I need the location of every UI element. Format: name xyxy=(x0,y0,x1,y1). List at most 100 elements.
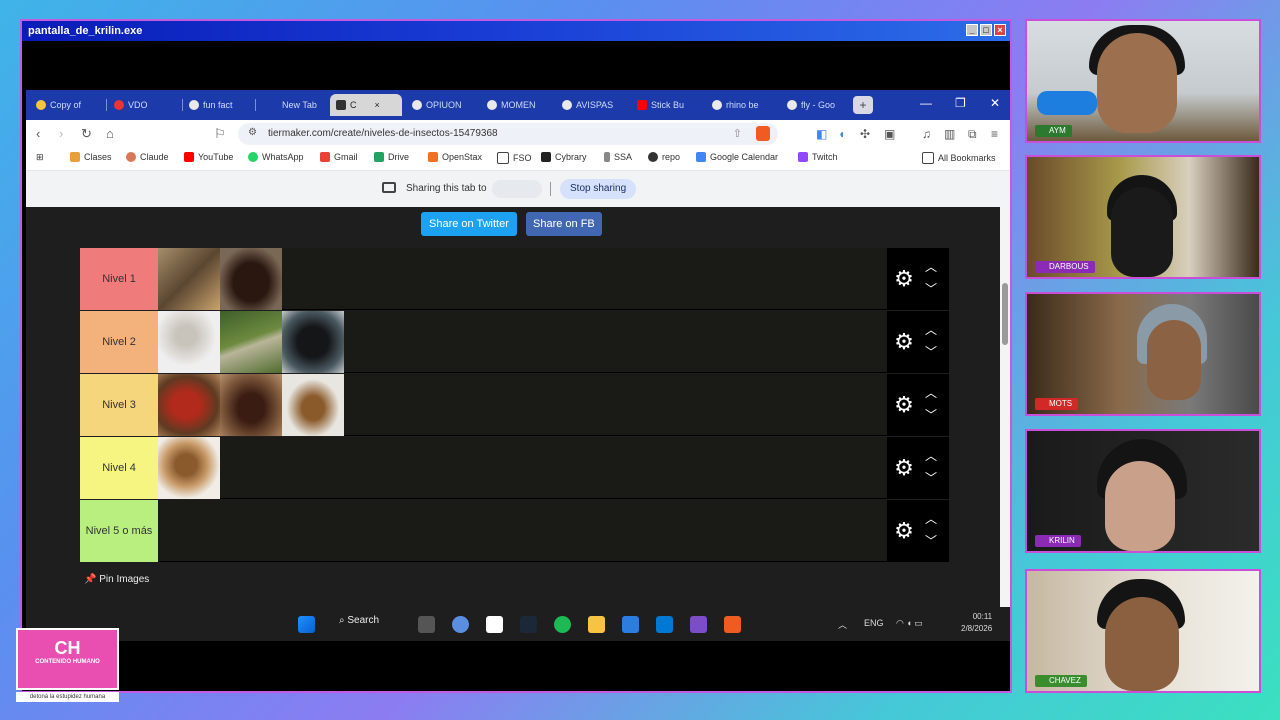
bookmark-item[interactable]: Gmail xyxy=(320,152,358,162)
tier-label[interactable]: Nivel 1 xyxy=(80,248,158,310)
tier-label[interactable]: Nivel 3 xyxy=(80,374,158,436)
file-explorer-icon[interactable] xyxy=(588,616,605,633)
reload-icon[interactable]: ↻ xyxy=(81,126,92,142)
menu-icon[interactable]: ≡ xyxy=(991,127,998,141)
gear-icon[interactable]: ⚙ xyxy=(893,394,915,416)
notion-icon[interactable] xyxy=(486,616,503,633)
chevron-down-icon[interactable]: ﹀ xyxy=(925,532,937,549)
chevron-up-icon[interactable]: ︿ xyxy=(925,384,937,401)
gear-icon[interactable]: ⚙ xyxy=(893,331,915,353)
back-icon[interactable]: ‹ xyxy=(36,126,40,141)
apps-icon[interactable]: ⊞ xyxy=(36,152,44,163)
wasp-image[interactable] xyxy=(158,248,220,310)
chevron-up-icon[interactable]: ︿ xyxy=(925,447,937,464)
share-fb-button[interactable]: Share on FB xyxy=(526,212,602,236)
forward-icon[interactable]: › xyxy=(59,126,63,141)
bookmark-item[interactable]: Clases xyxy=(70,152,112,162)
gear-icon[interactable]: ⚙ xyxy=(893,457,915,479)
tab-item[interactable]: rhino be xyxy=(712,96,774,114)
bookmark-item[interactable]: SSA xyxy=(604,152,632,162)
brave-icon[interactable] xyxy=(724,616,741,633)
language-indicator[interactable]: ENG xyxy=(864,618,884,628)
steam-icon[interactable] xyxy=(520,616,537,633)
close-icon[interactable]: × xyxy=(994,24,1006,36)
snail-image[interactable] xyxy=(158,437,220,499)
screenshot-icon[interactable]: ▣ xyxy=(884,127,895,141)
bookmark-item[interactable]: Google Calendar xyxy=(696,152,778,162)
bookmark-item[interactable]: YouTube xyxy=(184,152,233,162)
close-icon[interactable]: ✕ xyxy=(990,96,1000,110)
share-twitter-button[interactable]: Share on Twitter xyxy=(421,212,517,236)
tab-item[interactable]: Stick Bu xyxy=(637,96,699,114)
omnibox[interactable]: ⚙ tiermaker.com/create/niveles-de-insect… xyxy=(238,123,778,145)
chevron-down-icon[interactable]: ﹀ xyxy=(925,406,937,423)
tab-search-icon[interactable]: ⧉ xyxy=(968,127,977,142)
scorpion-image[interactable] xyxy=(282,374,344,436)
translate-icon[interactable]: ◧ xyxy=(816,127,827,141)
bookmark-item[interactable]: Cybrary xyxy=(541,152,587,162)
chevron-up-icon[interactable]: ︿ xyxy=(925,510,937,527)
app-blue-icon[interactable] xyxy=(622,616,639,633)
all-bookmarks[interactable]: All Bookmarks xyxy=(922,152,996,164)
tarantula-image[interactable] xyxy=(220,374,282,436)
tab-item[interactable]: fly - Goo xyxy=(787,96,849,114)
tier-label[interactable]: Nivel 5 o más xyxy=(80,500,158,562)
new-tab-button[interactable]: + xyxy=(853,96,873,114)
stick-bug-image[interactable] xyxy=(220,311,282,373)
minimize-icon[interactable]: _ xyxy=(966,24,978,36)
tier-label[interactable]: Nivel 2 xyxy=(80,311,158,373)
windows-start-icon[interactable] xyxy=(298,616,315,633)
bookmark-item[interactable]: Twitch xyxy=(798,152,838,162)
bookmark-item[interactable]: FSO xyxy=(497,152,532,164)
bookmark-item[interactable]: Drive xyxy=(374,152,409,162)
tab-item[interactable]: OPIUON xyxy=(412,96,474,114)
maximize-icon[interactable]: □ xyxy=(980,24,992,36)
brave-shield-icon[interactable] xyxy=(756,126,770,141)
chevron-down-icon[interactable]: ﹀ xyxy=(925,343,937,360)
spotify-icon[interactable] xyxy=(554,616,571,633)
tier-label[interactable]: Nivel 4 xyxy=(80,437,158,499)
wifi-icon[interactable]: ◠ ◖ ▭ xyxy=(896,618,923,629)
chevron-up-icon[interactable]: ︿ xyxy=(838,618,847,631)
home-icon[interactable]: ⌂ xyxy=(106,126,114,141)
minimize-icon[interactable]: — xyxy=(920,96,932,110)
tab-item-active[interactable]: C × xyxy=(330,94,402,116)
app-r-icon[interactable] xyxy=(452,616,469,633)
share-icon[interactable]: ⇧ xyxy=(733,127,742,140)
chevron-up-icon[interactable]: ︿ xyxy=(925,321,937,338)
stop-sharing-button[interactable]: Stop sharing xyxy=(560,179,637,199)
gear-icon[interactable]: ⚙ xyxy=(893,268,915,290)
tab-item[interactable]: VDO xyxy=(114,96,176,114)
extensions-icon[interactable]: ✣ xyxy=(860,127,870,141)
bookmark-item[interactable]: WhatsApp xyxy=(248,152,304,162)
vscode-icon[interactable] xyxy=(656,616,673,633)
tab-item[interactable]: MOMEN xyxy=(487,96,549,114)
tab-item[interactable]: fun fact xyxy=(189,96,251,114)
sidebar-icon[interactable]: ▥ xyxy=(944,127,955,141)
restore-icon[interactable]: ❐ xyxy=(955,96,966,110)
bookmark-item[interactable]: OpenStax xyxy=(428,152,482,162)
media-icon[interactable]: ♫ xyxy=(922,127,931,141)
tab-item[interactable]: AVISPAS xyxy=(562,96,624,114)
tab-item[interactable]: Copy of xyxy=(36,96,98,114)
tab-close-icon[interactable]: × xyxy=(375,100,380,110)
gear-icon[interactable]: ⚙ xyxy=(893,520,915,542)
audio-icon[interactable]: ◖ xyxy=(838,127,845,141)
site-info-icon[interactable]: ⚙ xyxy=(248,127,257,138)
red-ant-image[interactable] xyxy=(158,374,220,436)
pin-images-toggle[interactable]: 📌 Pin Images xyxy=(84,574,149,585)
visual-studio-icon[interactable] xyxy=(690,616,707,633)
rhino-beetle-image[interactable] xyxy=(220,248,282,310)
spider-image[interactable] xyxy=(158,311,220,373)
taskbar-clock[interactable]: 00:11 2/8/2026 xyxy=(961,611,992,635)
bookmark-item[interactable]: repo xyxy=(648,152,680,162)
chevron-down-icon[interactable]: ﹀ xyxy=(925,280,937,297)
task-view-icon[interactable] xyxy=(418,616,435,633)
chevron-up-icon[interactable]: ︿ xyxy=(925,258,937,275)
scrollbar-thumb[interactable] xyxy=(1002,283,1008,345)
fly-image[interactable] xyxy=(282,311,344,373)
chevron-down-icon[interactable]: ﹀ xyxy=(925,469,937,486)
page-scrollbar[interactable] xyxy=(1000,207,1010,623)
window-title-bar[interactable]: pantalla_de_krilin.exe _ □ × xyxy=(22,21,1010,41)
bookmark-item[interactable]: Claude xyxy=(126,152,169,162)
